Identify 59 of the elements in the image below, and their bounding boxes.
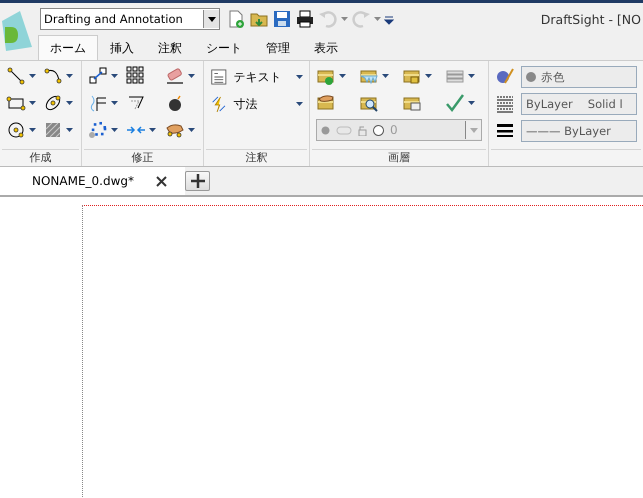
ribbon-tab[interactable]: 管理 xyxy=(254,35,302,60)
caret-icon[interactable] xyxy=(149,128,156,132)
circle-icon[interactable] xyxy=(6,120,26,140)
document-tab[interactable]: NONAME_0.dwg* xyxy=(0,167,186,195)
caret-icon[interactable] xyxy=(110,74,118,78)
panel-title: 修正 xyxy=(84,149,201,166)
arc-icon[interactable] xyxy=(43,66,64,86)
caret-icon[interactable] xyxy=(29,74,36,78)
app-logo xyxy=(0,11,34,53)
lock-icon xyxy=(358,124,367,136)
eraser-icon[interactable] xyxy=(164,66,185,86)
new-tab-button[interactable] xyxy=(185,171,210,191)
ribbon-tab[interactable]: 表示 xyxy=(302,35,350,60)
property-dropdown[interactable]: ByLayer Solid l xyxy=(521,93,637,115)
close-icon[interactable] xyxy=(156,176,168,186)
caret-icon[interactable] xyxy=(296,102,303,106)
text-icon[interactable] xyxy=(210,67,228,87)
caret-icon[interactable] xyxy=(29,101,36,105)
dot-icon xyxy=(321,126,330,134)
caret-icon[interactable] xyxy=(468,101,475,105)
circle-icon xyxy=(373,124,384,136)
ribbon-tab[interactable]: 注釈 xyxy=(146,35,194,60)
move-icon[interactable] xyxy=(88,66,108,86)
caret-icon[interactable] xyxy=(296,75,303,79)
caret-icon[interactable] xyxy=(29,128,36,132)
caret-icon[interactable] xyxy=(468,74,475,78)
dropdown-arrow-icon[interactable] xyxy=(208,16,216,22)
ribbon-tab[interactable]: シート xyxy=(194,35,254,60)
linetype-icon[interactable] xyxy=(495,94,515,114)
ribbon-tab[interactable]: ホーム xyxy=(38,35,98,60)
caret-icon[interactable] xyxy=(110,101,118,105)
print-icon[interactable] xyxy=(295,9,315,29)
panel-title: 注釈 xyxy=(206,149,307,166)
ellipse-icon[interactable] xyxy=(43,93,64,113)
caret-icon[interactable] xyxy=(339,74,346,78)
caret-icon[interactable] xyxy=(66,101,74,105)
caret-icon[interactable] xyxy=(110,128,118,132)
caret-icon[interactable] xyxy=(382,74,389,78)
ribbon-tool[interactable]: テキスト xyxy=(210,66,303,88)
panel-title: 作成 xyxy=(2,149,79,166)
caret-icon[interactable] xyxy=(66,74,74,78)
checkmark-icon[interactable] xyxy=(445,93,465,113)
property-dropdown[interactable]: 赤色 xyxy=(521,66,637,88)
save-icon[interactable] xyxy=(272,9,292,29)
ribbon-tab[interactable]: 挿入 xyxy=(98,35,146,60)
panel-title: 画層 xyxy=(312,149,486,166)
workspace-dropdown[interactable]: Drafting and Annotation xyxy=(40,8,220,30)
property-dropdown[interactable]: ——— ByLayer xyxy=(521,120,637,142)
dotted-circle-icon[interactable] xyxy=(88,120,108,140)
pill-icon xyxy=(336,126,352,134)
ribbon-tool[interactable]: 寸法 xyxy=(210,93,303,115)
caret-icon[interactable] xyxy=(188,74,195,78)
caret-icon[interactable] xyxy=(188,128,195,132)
window-title: DraftSight - [NO xyxy=(540,12,642,26)
caret-icon[interactable] xyxy=(66,128,74,132)
grid-icon[interactable] xyxy=(126,66,146,86)
dimension-icon[interactable] xyxy=(210,94,228,114)
caret-icon[interactable] xyxy=(425,74,432,78)
line-icon[interactable] xyxy=(6,66,26,86)
